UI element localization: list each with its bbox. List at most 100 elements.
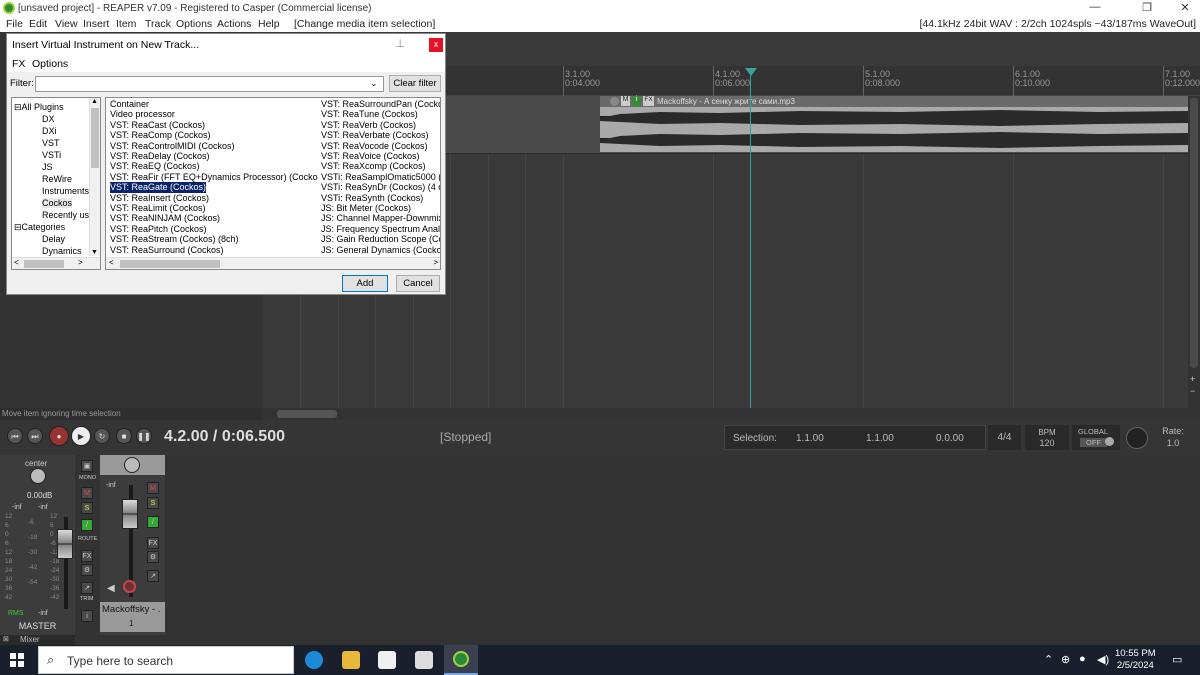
menu-view[interactable]: View <box>55 18 78 30</box>
edge-icon[interactable] <box>305 651 323 669</box>
track-volume-fader[interactable] <box>122 499 138 529</box>
horizontal-scrollbar[interactable] <box>263 408 1200 420</box>
tree-node[interactable]: ⊟All Plugins <box>14 102 64 112</box>
record-button[interactable]: ● <box>49 426 69 446</box>
tree-node[interactable]: Cockos <box>42 198 73 208</box>
mono-icon[interactable]: ▣ <box>81 460 93 472</box>
mixer-close-icon[interactable]: ⊠ <box>3 635 9 643</box>
plugin-list-item[interactable]: VST: ReaEQ (Cockos) <box>110 161 200 171</box>
master-pan-knob[interactable] <box>30 468 46 484</box>
scroll-up-icon[interactable]: ▲ <box>91 98 98 105</box>
trim-icon[interactable]: ↗ <box>81 582 93 594</box>
track-fx-bypass-icon[interactable]: ⚙ <box>147 551 159 563</box>
cancel-button[interactable]: Cancel <box>396 275 440 292</box>
master-mute-button[interactable]: M <box>81 487 93 499</box>
track-mute-button[interactable]: M <box>147 482 159 494</box>
menu-item[interactable]: Item <box>116 18 136 30</box>
zoom-out-icon[interactable]: − <box>1190 386 1195 396</box>
file-explorer-icon[interactable] <box>342 651 360 669</box>
track-fx-button[interactable]: FX <box>147 537 159 549</box>
microphone-icon[interactable]: ● <box>1079 653 1086 665</box>
master-solo-button[interactable]: S <box>81 502 93 514</box>
global-automation-box[interactable]: GLOBAL OFF <box>1072 425 1120 450</box>
master-fx-button[interactable]: FX <box>81 550 93 562</box>
maximize-button[interactable]: ❐ <box>1132 1 1162 14</box>
dialog-close-button[interactable]: x <box>429 38 443 52</box>
notification-icon[interactable]: ▭ <box>1172 653 1182 666</box>
play-button[interactable]: ▶ <box>71 426 91 446</box>
tree-horizontal-scrollbar[interactable]: < > <box>12 257 100 269</box>
plugin-list-item[interactable]: VSTi: ReaSamplOmatic5000 (Cockos) <box>321 172 440 182</box>
chevron-down-icon[interactable]: ⌄ <box>370 78 378 89</box>
global-value[interactable]: OFF <box>1080 438 1107 447</box>
plugin-list-item[interactable]: VST: ReaSurroundPan (Cockos) <box>321 99 440 109</box>
plugin-list-item[interactable]: Container <box>110 99 149 109</box>
bpm-value[interactable]: 120 <box>1025 438 1069 449</box>
time-signature[interactable]: 4/4 <box>988 425 1021 450</box>
plugin-list-item[interactable]: Video processor <box>110 109 175 119</box>
selection-end[interactable]: 1.1.00 <box>866 433 894 444</box>
plugin-list-item[interactable]: VST: ReaPitch (Cockos) <box>110 224 207 234</box>
plugin-list-item[interactable]: JS: Gain Reduction Scope (Cockos) <box>321 234 440 244</box>
go-to-end-button[interactable]: ⏭ <box>27 428 43 444</box>
plugin-list-item[interactable]: VST: ReaStream (Cockos) (8ch) <box>110 234 239 244</box>
collapse-icon[interactable]: ⊟ <box>14 222 22 232</box>
tree-node[interactable]: ⊟Categories <box>14 222 65 232</box>
collapse-icon[interactable]: ⊟ <box>14 102 22 112</box>
master-volume-fader[interactable] <box>57 529 73 559</box>
pin-icon[interactable]: ⊥ <box>395 37 405 50</box>
speaker-icon[interactable]: ◀ <box>107 583 115 594</box>
tree-node[interactable]: Dynamics <box>42 246 82 256</box>
item-info-button[interactable]: i <box>632 96 641 106</box>
tree-node[interactable]: DX <box>42 114 55 124</box>
mail-icon[interactable] <box>415 651 433 669</box>
plugin-list-item[interactable]: VST: ReaLimit (Cockos) <box>110 203 206 213</box>
plugin-list-item[interactable]: VST: ReaInsert (Cockos) <box>110 193 209 203</box>
track-pan-knob[interactable] <box>124 457 140 473</box>
minimize-button[interactable]: — <box>1080 1 1110 13</box>
plugin-list-item[interactable]: JS: Bit Meter (Cockos) <box>321 203 411 213</box>
edit-cursor-handle-icon[interactable] <box>745 68 757 76</box>
plugin-list-item[interactable]: VST: ReaDelay (Cockos) <box>110 151 210 161</box>
plugin-list-item[interactable]: VSTi: ReaSynth (Cockos) <box>321 193 423 203</box>
taskbar-clock[interactable]: 10:55 PM 2/5/2024 <box>1115 648 1156 672</box>
tree-node[interactable]: Recently us <box>42 210 89 220</box>
tree-node[interactable]: VST <box>42 138 60 148</box>
clear-filter-button[interactable]: Clear filter <box>389 75 441 92</box>
plugin-list-item[interactable]: VST: ReaGate (Cockos) <box>110 182 207 193</box>
filter-input[interactable] <box>35 76 384 92</box>
zoom-in-icon[interactable]: + <box>1190 374 1195 384</box>
master-volume-readout[interactable]: 0.00dB <box>27 491 52 500</box>
tree-node[interactable]: JS <box>42 162 53 172</box>
time-position[interactable]: 4.2.00 / 0:06.500 <box>164 428 285 446</box>
plugin-list-item[interactable]: JS: Channel Mapper-Downmixer (Cockos) <box>321 213 440 223</box>
record-arm-button[interactable] <box>123 580 136 593</box>
selection-length[interactable]: 0.0.00 <box>936 433 964 444</box>
track-solo-button[interactable]: S <box>147 497 159 509</box>
pause-button[interactable]: ❚❚ <box>136 428 152 444</box>
selection-start[interactable]: 1.1.00 <box>796 433 824 444</box>
start-button[interactable] <box>10 653 24 667</box>
menu-options[interactable]: Options <box>176 18 212 30</box>
selection-box[interactable]: Selection: 1.1.00 1.1.00 0.0.00 <box>724 425 986 450</box>
tree-node[interactable]: VSTi <box>42 150 61 160</box>
audio-status[interactable]: [44.1kHz 24bit WAV : 2/2ch 1024spls ~43/… <box>919 18 1196 30</box>
edit-cursor[interactable] <box>750 70 751 408</box>
dialog-titlebar[interactable]: Insert Virtual Instrument on New Track..… <box>7 34 445 56</box>
master-name[interactable]: MASTER <box>0 621 75 631</box>
plugin-list-item[interactable]: VST: ReaControlMIDI (Cockos) <box>110 141 235 151</box>
dialog-menu-fx[interactable]: FX <box>12 58 25 70</box>
plugin-category-tree[interactable]: ⊟All Plugins DX DXi VST VSTi JS ReWire Instrume… <box>11 97 101 270</box>
item-mute-button[interactable]: M <box>621 96 630 106</box>
tree-node[interactable]: ReWire <box>42 174 72 184</box>
plugin-list-item[interactable]: VST: ReaTune (Cockos) <box>321 109 418 119</box>
plugin-list-item[interactable]: JS: Frequency Spectrum Analyzer Meter (C… <box>321 224 440 234</box>
vertical-scrollbar[interactable]: + − <box>1188 96 1200 408</box>
taskbar-search-box[interactable]: ⌕ Type here to search <box>38 646 294 674</box>
list-horizontal-scrollbar[interactable]: < > <box>106 257 440 269</box>
plugin-list-item[interactable]: VST: ReaVerbate (Cockos) <box>321 130 429 140</box>
network-icon[interactable]: ⊕ <box>1061 653 1070 666</box>
playrate-knob[interactable] <box>1126 427 1148 449</box>
menu-insert[interactable]: Insert <box>83 18 109 30</box>
plugin-list-item[interactable]: VST: ReaComp (Cockos) <box>110 130 211 140</box>
